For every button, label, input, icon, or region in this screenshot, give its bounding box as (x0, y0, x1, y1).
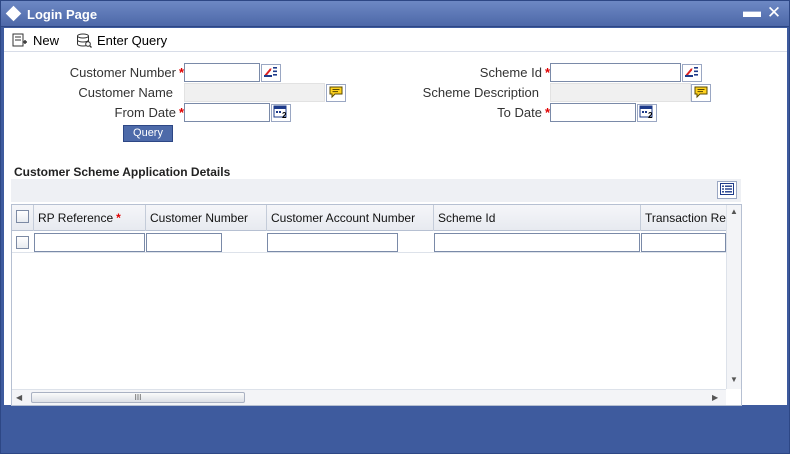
scheme-description-label: Scheme Description (422, 85, 539, 100)
main-panel: New Enter Query Customer Number * Custome… (4, 28, 787, 406)
login-page-window: Login Page ▬ ✕ New Enter Query Customer … (0, 0, 790, 454)
customer-scheme-grid: RP Reference * Customer Number Customer A… (11, 204, 742, 406)
customer-number-input[interactable] (184, 63, 260, 82)
table-row (12, 232, 726, 253)
calendar-icon: 2 (639, 105, 655, 122)
scheme-id-cell-input[interactable] (434, 233, 640, 252)
to-date-calendar-button[interactable]: 2 (637, 104, 657, 122)
select-all-checkbox[interactable] (16, 210, 29, 223)
column-rp-reference[interactable]: RP Reference * (34, 205, 146, 231)
customer-name-label: Customer Name (78, 85, 173, 100)
window-title: Login Page (27, 7, 98, 22)
svg-text:2: 2 (648, 111, 653, 119)
select-all-column (12, 205, 34, 231)
customer-account-number-input[interactable] (267, 233, 398, 252)
customer-name-description-button[interactable] (326, 84, 346, 102)
scroll-thumb[interactable]: III (31, 392, 245, 403)
to-date-input[interactable] (550, 103, 636, 122)
list-view-icon (720, 182, 734, 198)
new-record-icon (12, 33, 28, 47)
column-customer-number[interactable]: Customer Number (146, 205, 267, 231)
rp-reference-input[interactable] (34, 233, 145, 252)
customer-number-cell-input[interactable] (146, 233, 222, 252)
section-title: Customer Scheme Application Details (14, 165, 231, 179)
scheme-description-field (550, 83, 691, 102)
list-of-values-icon (263, 65, 279, 81)
diamond-icon (5, 5, 22, 22)
scroll-down-arrow[interactable]: ▼ (730, 375, 738, 384)
database-query-icon (76, 33, 92, 48)
grid-header: RP Reference * Customer Number Customer A… (12, 205, 726, 231)
customer-number-lov-button[interactable] (261, 64, 281, 82)
column-transaction-reference[interactable]: Transaction Re (641, 205, 726, 231)
title-bar: Login Page ▬ ✕ (1, 1, 789, 27)
scheme-id-label: Scheme Id * (479, 65, 550, 80)
required-marker: * (116, 211, 121, 225)
column-scheme-id[interactable]: Scheme Id (434, 205, 641, 231)
speech-bubble-icon (328, 85, 344, 102)
speech-bubble-icon (693, 85, 709, 102)
transaction-reference-input[interactable] (641, 233, 726, 252)
scroll-left-arrow[interactable]: ◀ (16, 393, 22, 402)
calendar-icon: 2 (273, 105, 289, 122)
close-button[interactable]: ✕ (765, 4, 783, 22)
horizontal-scrollbar[interactable]: ◀ III ▶ (12, 389, 726, 405)
svg-text:2: 2 (282, 111, 287, 119)
column-customer-account-number[interactable]: Customer Account Number (267, 205, 434, 231)
to-date-label: To Date * (497, 105, 550, 120)
enter-query-button[interactable]: Enter Query (76, 30, 167, 50)
from-date-calendar-button[interactable]: 2 (271, 104, 291, 122)
list-of-values-icon (684, 65, 700, 81)
row-checkbox[interactable] (16, 236, 29, 249)
section-toolbar (11, 179, 741, 202)
minimize-button[interactable]: ▬ (743, 2, 761, 22)
new-label: New (33, 32, 60, 48)
customer-number-label: Customer Number * (69, 65, 184, 80)
customer-name-field (184, 83, 325, 102)
from-date-label: From Date * (114, 105, 184, 120)
scroll-right-arrow[interactable]: ▶ (712, 393, 718, 402)
scheme-id-lov-button[interactable] (682, 64, 702, 82)
scheme-id-input[interactable] (550, 63, 681, 82)
vertical-scrollbar[interactable]: ▲ ▼ (726, 205, 741, 389)
new-button[interactable]: New (12, 30, 59, 50)
scroll-up-arrow[interactable]: ▲ (730, 207, 738, 216)
scheme-description-button[interactable] (691, 84, 711, 102)
toolbar: New Enter Query (4, 28, 787, 52)
grid-view-button[interactable] (717, 181, 737, 199)
query-button[interactable]: Query (123, 125, 173, 142)
from-date-input[interactable] (184, 103, 270, 122)
enter-query-label: Enter Query (97, 32, 168, 48)
